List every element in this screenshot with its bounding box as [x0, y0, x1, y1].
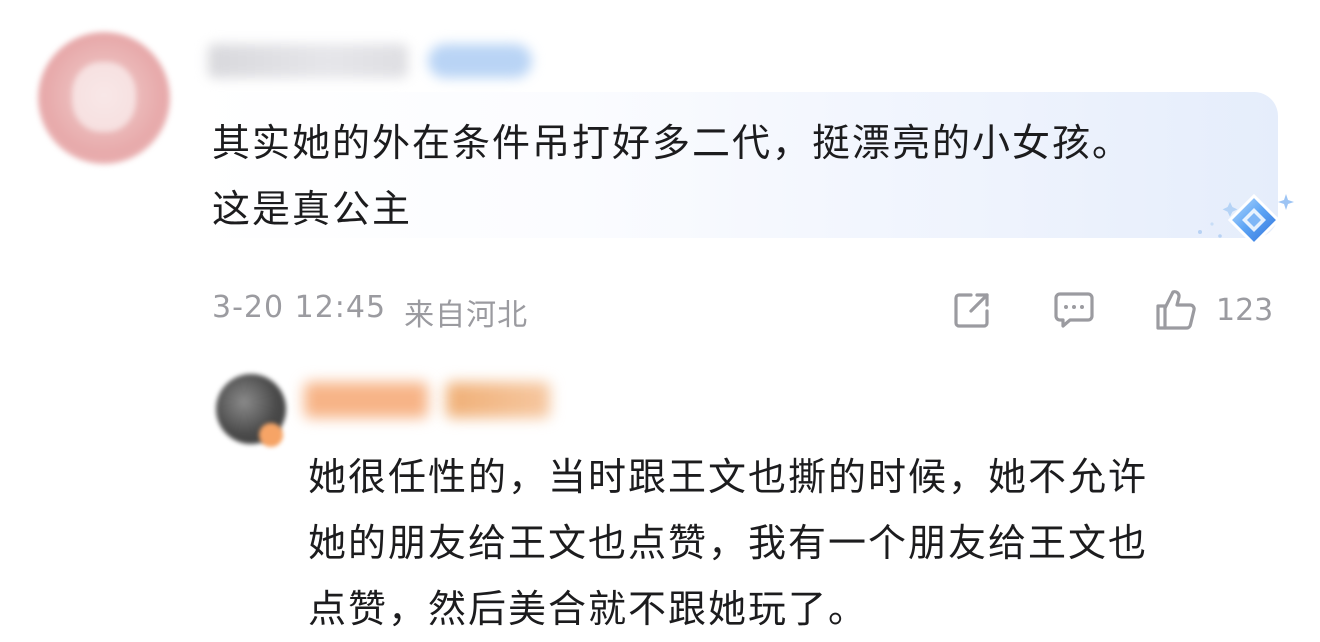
reply-text: 她很任性的，当时跟王文也撕的时候，她不允许 她的朋友给王文也点赞，我有一个朋友给… — [308, 455, 1149, 631]
replier-badge — [446, 382, 550, 418]
replier-name[interactable] — [304, 382, 428, 418]
comment-location: 来自河北 — [404, 298, 529, 333]
replier-avatar-badge — [259, 423, 283, 447]
comment-button[interactable] — [1052, 288, 1096, 332]
like-count: 123 — [1216, 292, 1274, 328]
commenter-name[interactable] — [208, 44, 408, 78]
comment-meta: 3-20 12:45 来自河北 — [212, 290, 528, 334]
like-button[interactable]: 123 — [1154, 288, 1273, 332]
diamond-badge-icon — [1198, 193, 1294, 247]
thumbs-up-icon — [1156, 290, 1196, 330]
share-button[interactable] — [951, 288, 993, 332]
comment-thread: 其实她的外在条件吊打好多二代，挺漂亮的小女孩。 这是真公主 3-20 12:45… — [0, 0, 1320, 642]
commenter-avatar[interactable] — [38, 32, 170, 164]
comment-date: 3-20 12:45 — [212, 290, 387, 325]
comment-icon — [1054, 292, 1094, 328]
comment-text: 其实她的外在条件吊打好多二代，挺漂亮的小女孩。 这是真公主 — [212, 121, 1133, 231]
commenter-badge — [428, 44, 532, 78]
share-icon — [954, 293, 989, 328]
